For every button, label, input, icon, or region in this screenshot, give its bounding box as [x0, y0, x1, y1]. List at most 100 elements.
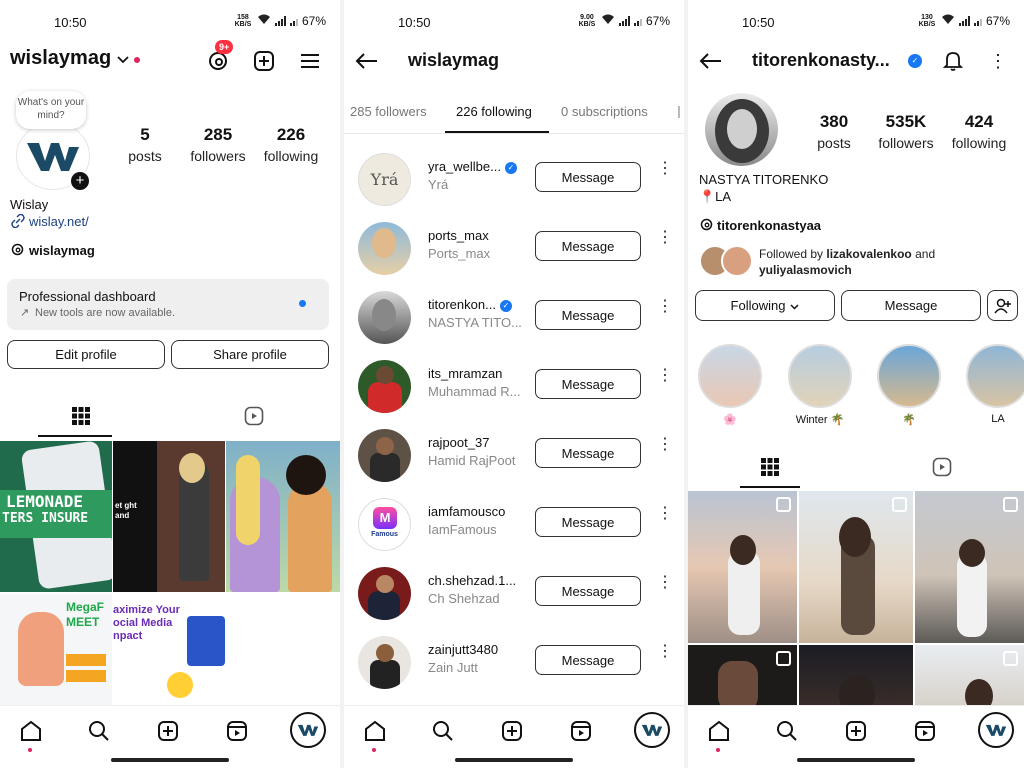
more-options-icon[interactable]: ⋮	[657, 299, 673, 315]
more-options-icon[interactable]: ⋮	[988, 48, 1008, 74]
profile-avatar-icon[interactable]	[290, 712, 326, 748]
edit-profile-button[interactable]: Edit profile	[7, 340, 165, 369]
grid-icon[interactable]	[759, 456, 781, 478]
more-options-icon[interactable]: ⋮	[657, 230, 673, 246]
profile-link[interactable]: wislay.net/	[29, 214, 89, 229]
story-highlight[interactable]	[966, 344, 1024, 408]
post-tile[interactable]: LEMONADE TERS INSURE	[0, 441, 112, 592]
mutual-avatars[interactable]	[699, 245, 753, 277]
post-tile[interactable]	[688, 491, 797, 643]
user-avatar[interactable]: Yrá	[358, 153, 411, 206]
more-options-icon[interactable]: ⋮	[657, 506, 673, 522]
back-arrow-icon[interactable]	[696, 48, 724, 74]
reels-icon[interactable]	[910, 716, 940, 746]
posts-stat[interactable]: 380 posts	[808, 112, 860, 151]
message-button[interactable]: Message	[535, 576, 641, 606]
create-icon[interactable]	[153, 716, 183, 746]
more-options-icon[interactable]: ⋮	[657, 368, 673, 384]
followers-stat[interactable]: 285 followers	[186, 125, 250, 164]
user-avatar[interactable]	[358, 636, 411, 689]
story-highlight[interactable]	[877, 344, 941, 408]
menu-icon[interactable]	[298, 49, 322, 73]
share-profile-button[interactable]: Share profile	[171, 340, 329, 369]
user-avatar[interactable]	[358, 360, 411, 413]
professional-dashboard[interactable]: Professional dashboard ↗ New tools are n…	[7, 279, 329, 330]
chevron-down-icon[interactable]	[116, 53, 130, 67]
post-tile[interactable]	[799, 645, 913, 710]
back-arrow-icon[interactable]	[352, 48, 380, 74]
create-icon[interactable]	[497, 716, 527, 746]
following-button[interactable]: Following	[695, 290, 835, 321]
search-icon[interactable]	[84, 716, 114, 746]
tab-following[interactable]: 226 following	[456, 104, 532, 119]
post-tile[interactable]: et ght and	[113, 441, 225, 592]
user-avatar[interactable]	[358, 429, 411, 482]
home-icon[interactable]	[704, 716, 734, 746]
create-post-icon[interactable]	[251, 48, 277, 74]
post-tile[interactable]	[226, 441, 340, 592]
post-tile[interactable]	[915, 645, 1024, 710]
note-bubble[interactable]: What's on your mind?	[16, 91, 86, 129]
following-row[interactable]: M Famous iamfamousco IamFamous Message ⋮	[344, 490, 684, 559]
user-avatar[interactable]	[358, 291, 411, 344]
reels-icon[interactable]	[566, 716, 596, 746]
post-tile[interactable]: MegaF MEET	[0, 594, 112, 710]
search-icon[interactable]	[772, 716, 802, 746]
message-button[interactable]: Message	[535, 507, 641, 537]
following-row[interactable]: Yrá yra_wellbe... ✓ Yrá Message ⋮	[344, 145, 684, 214]
message-button[interactable]: Message	[535, 438, 641, 468]
following-row[interactable]: ports_max Ports_max Message ⋮	[344, 214, 684, 283]
mutual-follower-name[interactable]: lizakovalenkoo	[826, 247, 911, 261]
following-row[interactable]: titorenkon... ✓ NASTYA TITO... Message ⋮	[344, 283, 684, 352]
grid-icon[interactable]	[70, 405, 92, 427]
message-button[interactable]: Message	[535, 162, 641, 192]
message-button[interactable]: Message	[535, 645, 641, 675]
more-options-icon[interactable]: ⋮	[657, 644, 673, 660]
more-options-icon[interactable]: ⋮	[657, 161, 673, 177]
home-icon[interactable]	[360, 716, 390, 746]
profile-avatar-icon[interactable]	[634, 712, 670, 748]
reels-tab-icon[interactable]	[243, 405, 265, 427]
post-tile[interactable]	[915, 491, 1024, 643]
followers-stat[interactable]: 535K followers	[872, 112, 940, 151]
post-tile[interactable]	[799, 491, 913, 643]
post-badge	[187, 616, 225, 666]
following-row[interactable]: ch.shehzad.1... Ch Shehzad Message ⋮	[344, 559, 684, 628]
story-highlight[interactable]	[788, 344, 852, 408]
following-row[interactable]: its_mramzan Muhammad R... Message ⋮	[344, 352, 684, 421]
notification-bell-icon[interactable]	[940, 48, 966, 74]
suggested-users-button[interactable]	[987, 290, 1018, 321]
following-stat[interactable]: 424 following	[946, 112, 1012, 151]
post-tile[interactable]	[688, 645, 797, 710]
story-highlight[interactable]	[698, 344, 762, 408]
reels-icon[interactable]	[222, 716, 252, 746]
profile-username[interactable]: wislaymag	[10, 47, 111, 70]
threads-handle[interactable]: wislaymag	[29, 243, 95, 258]
message-button[interactable]: Message	[535, 231, 641, 261]
home-icon[interactable]	[16, 716, 46, 746]
message-button[interactable]: Message	[535, 300, 641, 330]
tab-subscriptions[interactable]: 0 subscriptions	[561, 104, 648, 119]
more-options-icon[interactable]: ⋮	[657, 575, 673, 591]
followed-by-text[interactable]: Followed by lizakovalenkoo and yuliyalas…	[759, 246, 1019, 278]
following-row[interactable]: zainjutt3480 Zain Jutt Message ⋮	[344, 628, 684, 697]
message-button[interactable]: Message	[535, 369, 641, 399]
mutual-follower-name[interactable]: yuliyalasmovich	[759, 263, 852, 277]
search-icon[interactable]	[428, 716, 458, 746]
user-avatar[interactable]	[358, 222, 411, 275]
following-stat[interactable]: 226 following	[259, 125, 323, 164]
more-options-icon[interactable]: ⋮	[657, 437, 673, 453]
tab-followers[interactable]: 285 followers	[350, 104, 427, 119]
user-avatar[interactable]: M Famous	[358, 498, 411, 551]
post-tile[interactable]: aximize Your ocial Media npact	[113, 594, 225, 710]
reels-tab-icon[interactable]	[931, 456, 953, 478]
posts-stat[interactable]: 5 posts	[125, 125, 165, 164]
profile-avatar-icon[interactable]	[978, 712, 1014, 748]
profile-avatar[interactable]	[705, 93, 778, 166]
add-story-icon[interactable]: +	[69, 170, 91, 192]
create-icon[interactable]	[841, 716, 871, 746]
threads-handle[interactable]: titorenkonastyaa	[717, 218, 821, 233]
user-avatar[interactable]	[358, 567, 411, 620]
message-button[interactable]: Message	[841, 290, 981, 321]
following-row[interactable]: rajpoot_37 Hamid RajPoot Message ⋮	[344, 421, 684, 490]
